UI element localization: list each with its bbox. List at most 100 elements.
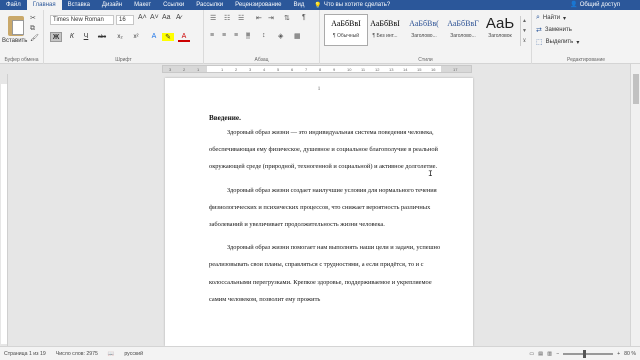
lightbulb-icon: 💡 — [314, 2, 322, 9]
shading-icon[interactable]: ◈ — [278, 32, 283, 40]
ruler-tick: 4 — [263, 67, 266, 72]
pilcrow-icon[interactable]: ¶ — [302, 14, 306, 21]
ribbon: Вставить ✂ ⧉ 🖌 Буфер обмена Times New Ro… — [0, 10, 640, 64]
increase-indent-icon[interactable]: ⇥ — [268, 14, 274, 22]
bold-button[interactable]: Ж — [50, 32, 62, 42]
font-size-select[interactable]: 16 — [116, 15, 134, 25]
bullets-icon[interactable]: ☰ — [210, 14, 216, 22]
tab-home[interactable]: Главная — [26, 0, 62, 10]
zoom-in-icon[interactable]: + — [617, 351, 620, 357]
page-count[interactable]: Страница 1 из 19 — [4, 351, 46, 357]
style-normal[interactable]: АаБбВвІ ¶ Обычный — [324, 14, 368, 46]
horizontal-ruler[interactable]: 3 2 1 1 2 3 4 5 6 7 8 9 10 11 12 13 14 1… — [0, 64, 640, 74]
print-layout-icon[interactable]: ▤ — [538, 351, 543, 357]
numbering-icon[interactable]: ☷ — [224, 14, 230, 22]
text-effects-icon[interactable]: A — [148, 32, 160, 42]
vertical-scrollbar[interactable] — [630, 64, 640, 346]
text-cursor-icon: I — [428, 170, 433, 179]
align-right-icon[interactable]: ≡ — [234, 32, 238, 39]
ruler-tick: 17 — [453, 67, 458, 72]
highlight-icon[interactable]: ✎ — [162, 33, 174, 41]
proofing-icon[interactable]: 📖 — [108, 351, 114, 357]
chevron-down-icon: ▾ — [563, 15, 567, 22]
align-left-icon[interactable]: ≡ — [210, 32, 214, 39]
ruler-tick: 1 — [221, 67, 224, 72]
styles-gallery-scroll[interactable]: ▲ ▼ ⊻ — [520, 16, 528, 46]
tab-review[interactable]: Рецензирование — [229, 0, 287, 10]
cut-icon[interactable]: ✂ — [30, 15, 38, 22]
replace-button[interactable]: ⇄ Заменить — [536, 26, 572, 34]
web-layout-icon[interactable]: ▥ — [547, 351, 552, 357]
borders-icon[interactable]: ▦ — [294, 32, 301, 40]
chevron-down-icon: ▾ — [576, 39, 580, 46]
paragraph-group-label: Абзац — [254, 57, 269, 63]
status-right: ▭ ▤ ▥ − + 80 % — [529, 347, 636, 360]
paragraph: Здоровый образ жизни — это индивидуальна… — [209, 129, 438, 171]
copy-icon[interactable]: ⧉ — [30, 25, 38, 32]
font-color-icon[interactable]: A — [178, 32, 190, 42]
subscript-button[interactable]: x₂ — [114, 32, 126, 42]
sort-icon[interactable]: ⇅ — [284, 14, 290, 22]
line-spacing-icon[interactable]: ↕ — [262, 32, 266, 39]
format-painter-icon[interactable]: 🖌 — [30, 35, 39, 42]
shrink-font-icon[interactable]: A˅ — [150, 14, 159, 21]
ruler-tick: 10 — [347, 67, 352, 72]
word-count[interactable]: Число слов: 2975 — [56, 351, 98, 357]
decrease-indent-icon[interactable]: ⇤ — [256, 14, 262, 22]
tab-insert[interactable]: Вставка — [62, 0, 96, 10]
strikethrough-button[interactable]: abc — [96, 32, 108, 42]
share-button[interactable]: 👤 Общий доступ — [570, 0, 620, 10]
style-sample: АаБбВв( — [409, 19, 439, 28]
vertical-ruler[interactable] — [0, 74, 8, 346]
superscript-button[interactable]: x² — [130, 32, 142, 42]
tell-me-text: Что вы хотите сделать? — [323, 2, 391, 8]
zoom-level[interactable]: 80 % — [624, 351, 636, 357]
select-button[interactable]: ⬚ Выделить ▾ — [536, 38, 579, 46]
tab-design[interactable]: Дизайн — [96, 0, 128, 10]
font-name-select[interactable]: Times New Roman — [50, 15, 114, 25]
clear-format-icon[interactable]: A̷ — [176, 14, 181, 21]
tab-references[interactable]: Ссылки — [157, 0, 190, 10]
page-number: 1 — [317, 87, 321, 92]
ruler-tick: 6 — [291, 67, 294, 72]
style-name: Заголово... — [411, 33, 437, 39]
style-no-spacing[interactable]: АаБбВвІ ¶ Без инт... — [363, 14, 407, 46]
zoom-slider-knob[interactable] — [583, 349, 587, 358]
ruler-tick: 13 — [389, 67, 394, 72]
document-body[interactable]: Введение. Здоровый образ жизни — это инд… — [209, 112, 445, 314]
multilevel-list-icon[interactable]: ☱ — [238, 14, 244, 22]
tab-file[interactable]: Файл — [0, 0, 27, 10]
tab-view[interactable]: Вид — [287, 0, 310, 10]
tab-layout[interactable]: Макет — [128, 0, 157, 10]
grow-font-icon[interactable]: A˄ — [138, 14, 147, 21]
change-case-icon[interactable]: Aa — [162, 14, 171, 21]
ruler-tick: 2 — [183, 67, 186, 72]
person-icon: 👤 — [570, 2, 578, 8]
ruler-scale: 3 2 1 1 2 3 4 5 6 7 8 9 10 11 12 13 14 1… — [162, 65, 472, 73]
ruler-tick: 11 — [361, 67, 366, 72]
style-title[interactable]: АаЬ Заголовок — [478, 14, 522, 46]
ruler-tick: 3 — [249, 67, 252, 72]
ribbon-tab-bar: Файл Главная Вставка Дизайн Макет Ссылки… — [0, 0, 640, 10]
zoom-out-icon[interactable]: − — [556, 351, 559, 357]
language[interactable]: русский — [124, 351, 143, 357]
editing-group-label: Редактирование — [566, 57, 606, 63]
document-page[interactable]: 1 Введение. Здоровый образ жизни — это и… — [165, 78, 473, 346]
scrollbar-thumb[interactable] — [633, 74, 639, 104]
style-heading-1[interactable]: АаБбВв( Заголово... — [402, 14, 446, 46]
find-button[interactable]: ⌕ Найти ▾ — [536, 14, 566, 22]
underline-button[interactable]: Ч — [80, 32, 92, 42]
paste-icon[interactable] — [8, 16, 24, 36]
read-mode-icon[interactable]: ▭ — [529, 351, 534, 357]
italic-button[interactable]: К — [66, 32, 78, 42]
select-icon: ⬚ — [536, 39, 543, 46]
ruler-tick: 16 — [431, 67, 436, 72]
tab-mailings[interactable]: Рассылки — [190, 0, 229, 10]
ruler-tick: 15 — [417, 67, 422, 72]
align-center-icon[interactable]: ≡ — [222, 32, 226, 39]
justify-icon[interactable]: ≡ — [246, 32, 251, 39]
zoom-slider[interactable] — [563, 349, 614, 358]
tell-me-box[interactable]: 💡 Что вы хотите сделать? — [314, 2, 390, 9]
paste-button-label[interactable]: Вставить — [2, 38, 27, 44]
paragraph-group: ☰ ☷ ☱ ⇤ ⇥ ⇅ ¶ ≡ ≡ ≡ ≡ ↕ ◈ ▦ Абзац — [204, 10, 320, 64]
